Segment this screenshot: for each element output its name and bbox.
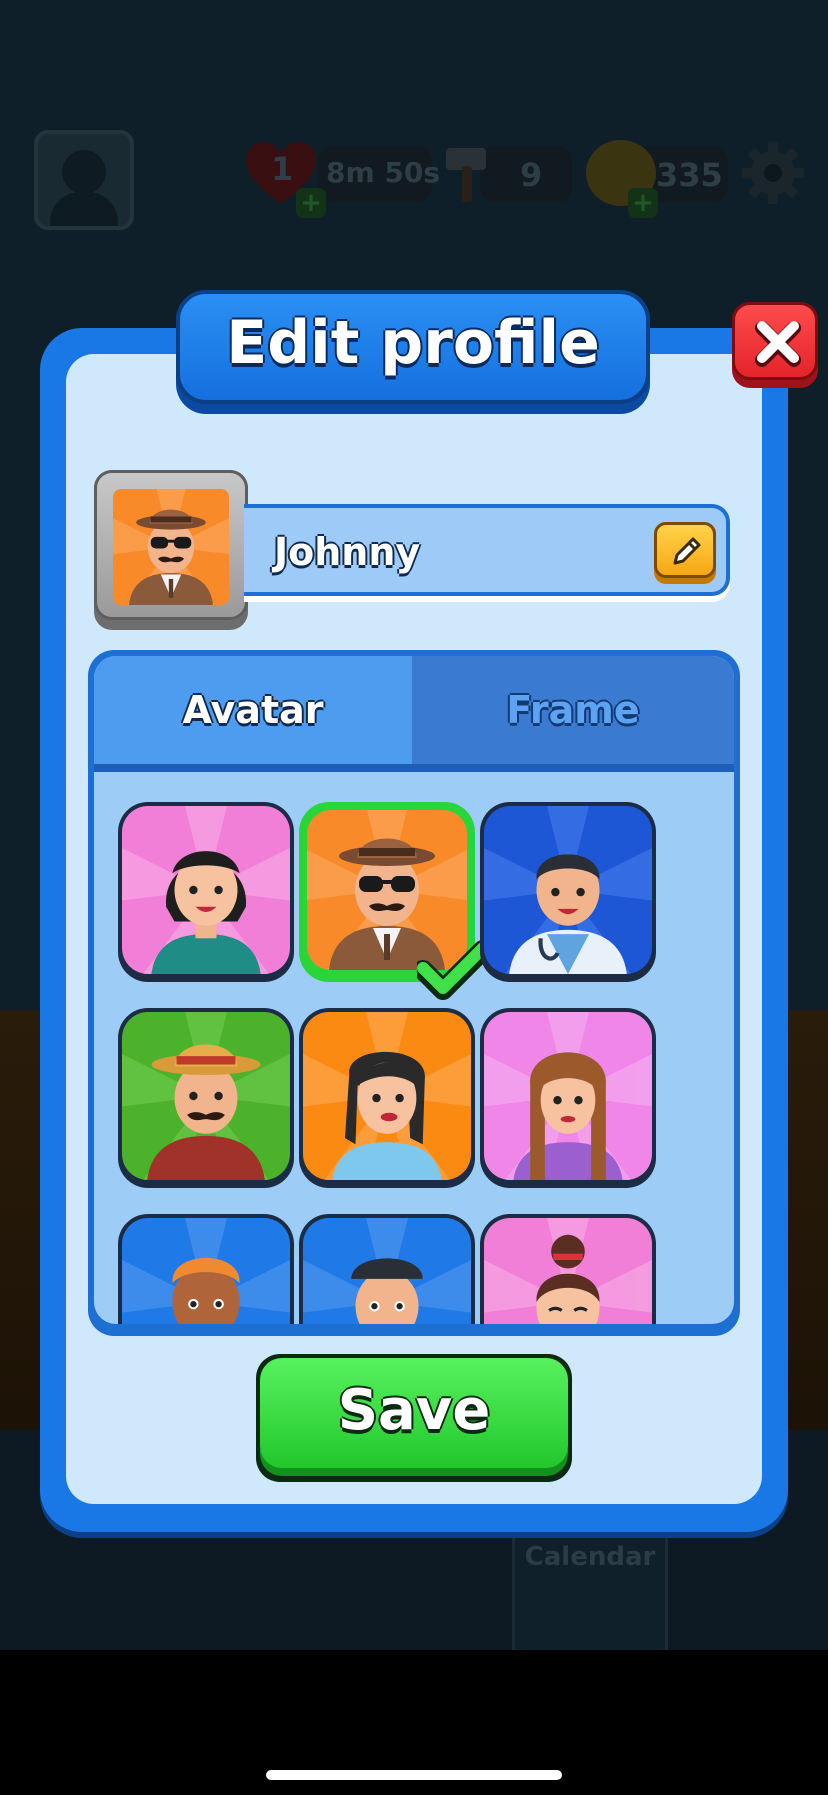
tab-avatar[interactable]: Avatar [94, 656, 412, 764]
avatar-tile-woman-black-hair[interactable] [118, 802, 294, 982]
gear-icon [742, 142, 804, 204]
save-button-label: Save [337, 1378, 491, 1443]
avatar-tile-farmer-man[interactable] [118, 1008, 294, 1188]
avatar-farmer-man-icon [122, 1012, 290, 1180]
selected-checkmark-icon [417, 940, 489, 1000]
tab-frame[interactable]: Frame [412, 656, 734, 764]
player-name: Johnny [274, 530, 421, 574]
coins-count: 335 [656, 156, 723, 194]
add-life-plus-icon: + [296, 188, 326, 218]
title-plate: Edit profile [176, 290, 650, 414]
avatar-tile-man-ginger[interactable] [118, 1214, 294, 1324]
avatar-man-cap-icon [303, 1218, 471, 1324]
avatar-grid [94, 772, 734, 1324]
hud-avatar [34, 130, 134, 230]
edit-name-button[interactable] [654, 522, 716, 584]
dialog-title: Edit profile [226, 308, 600, 378]
save-button[interactable]: Save [256, 1354, 572, 1482]
pencil-icon [673, 537, 701, 565]
hammer-icon [446, 148, 486, 202]
avatar-woman-long-hair-icon [484, 1012, 652, 1180]
avatar-tile-woman-dark-hair[interactable] [299, 1008, 475, 1188]
close-icon [755, 321, 801, 367]
home-indicator [266, 1770, 562, 1780]
close-button[interactable] [732, 302, 818, 388]
background-calendar-label: Calendar [524, 1542, 656, 1572]
tab-frame-label: Frame [506, 688, 640, 732]
name-bar: Johnny [244, 504, 730, 602]
current-avatar-image [113, 489, 229, 605]
avatar-tile-woman-long-hair[interactable] [480, 1008, 656, 1188]
tab-divider [94, 764, 734, 772]
avatar-tile-woman-bun[interactable] [480, 1214, 656, 1324]
avatar-tile-detective-man[interactable] [299, 802, 489, 1000]
avatar-tile-man-cap[interactable] [299, 1214, 475, 1324]
tab-avatar-label: Avatar [182, 688, 324, 732]
lives-count: 1 [271, 150, 294, 188]
avatar-doctor-man-icon [484, 806, 652, 974]
avatar-man-ginger-icon [122, 1218, 290, 1324]
avatar-tile-doctor-man[interactable] [480, 802, 656, 982]
avatar-woman-bun-icon [484, 1218, 652, 1324]
current-avatar-frame [94, 470, 248, 630]
life-timer: 8m 50s [326, 156, 441, 189]
avatar-panel: Avatar Frame [88, 650, 740, 1336]
avatar-woman-dark-hair-icon [303, 1012, 471, 1180]
avatar-woman-black-hair-icon [122, 806, 290, 974]
add-coins-plus-icon: + [628, 188, 658, 218]
hammers-count: 9 [520, 156, 543, 194]
